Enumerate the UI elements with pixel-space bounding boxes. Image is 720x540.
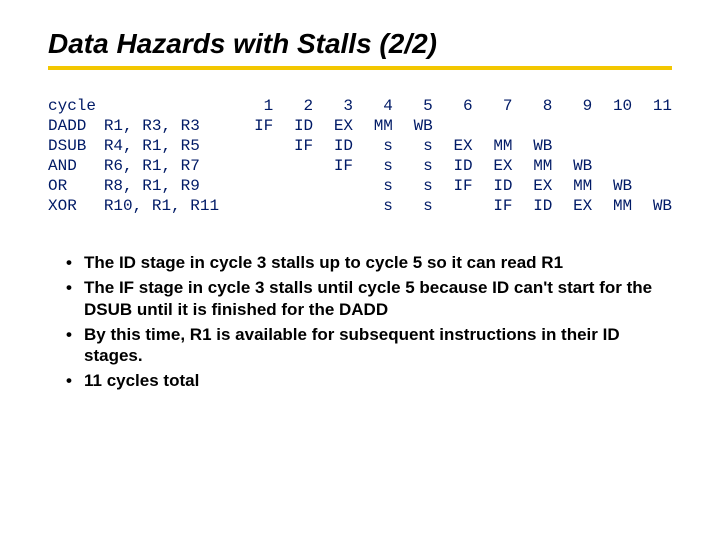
args-cell: R8, R1, R9 — [104, 176, 234, 196]
args-cell — [104, 96, 234, 116]
stage-cell — [513, 116, 553, 136]
title-underline — [48, 66, 672, 70]
page-title: Data Hazards with Stalls (2/2) — [48, 28, 672, 60]
op-cell: cycle — [48, 96, 104, 116]
stage-cell: ID — [513, 196, 553, 216]
stage-cell: IF — [233, 116, 273, 136]
stage-cell: s — [353, 156, 393, 176]
stage-cell: WB — [592, 176, 632, 196]
stage-cell: WB — [513, 136, 553, 156]
stage-cell: EX — [433, 136, 473, 156]
stage-cell: EX — [313, 116, 353, 136]
stage-cell: s — [393, 136, 433, 156]
stage-cell — [592, 156, 632, 176]
stage-cell: EX — [513, 176, 553, 196]
op-cell: OR — [48, 176, 104, 196]
stage-cell — [313, 176, 353, 196]
pipeline-row: ANDR6, R1, R7IFssIDEXMMWB — [48, 156, 672, 176]
stage-cell: 8 — [513, 96, 553, 116]
stage-cell: 11 — [632, 96, 672, 116]
stage-cell: WB — [632, 196, 672, 216]
stage-cell — [433, 196, 473, 216]
stage-cell — [592, 136, 632, 156]
stage-cell: 4 — [353, 96, 393, 116]
pipeline-table: cycle1234567891011DADDR1, R3, R3IFIDEXMM… — [48, 96, 672, 216]
bullet-item: The ID stage in cycle 3 stalls up to cyc… — [66, 252, 672, 273]
stage-cell — [592, 116, 632, 136]
args-cell: R10, R1, R11 — [104, 196, 234, 216]
bullet-item: 11 cycles total — [66, 370, 672, 391]
stage-cell: MM — [592, 196, 632, 216]
stage-cell: ID — [313, 136, 353, 156]
stage-cell: EX — [552, 196, 592, 216]
stage-cell: 6 — [433, 96, 473, 116]
op-cell: AND — [48, 156, 104, 176]
stage-cell — [632, 136, 672, 156]
bullet-item: By this time, R1 is available for subseq… — [66, 324, 672, 367]
stage-cell — [273, 196, 313, 216]
stage-cell — [632, 156, 672, 176]
stage-cell — [233, 196, 273, 216]
stage-cell: ID — [433, 156, 473, 176]
stage-cell: s — [393, 196, 433, 216]
stage-cell — [552, 136, 592, 156]
args-cell: R1, R3, R3 — [104, 116, 234, 136]
slide: Data Hazards with Stalls (2/2) cycle 1234… — [0, 0, 720, 540]
stage-cell: IF — [433, 176, 473, 196]
stage-cell — [313, 196, 353, 216]
stage-cell: 2 — [273, 96, 313, 116]
args-cell: R4, R1, R5 — [104, 136, 234, 156]
stage-cell: 10 — [592, 96, 632, 116]
stage-cell — [632, 116, 672, 136]
pipeline-row: ORR8, R1, R9ssIFIDEXMMWB — [48, 176, 672, 196]
pipeline-row: cycle 1234567891011 — [48, 96, 672, 116]
stage-cell: EX — [473, 156, 513, 176]
stage-cell: IF — [313, 156, 353, 176]
stage-cell: ID — [273, 116, 313, 136]
pipeline-row: DSUBR4, R1, R5IFIDssEXMMWB — [48, 136, 672, 156]
stage-cell: 7 — [473, 96, 513, 116]
stage-cell: MM — [473, 136, 513, 156]
stage-cell — [552, 116, 592, 136]
pipeline-row: DADDR1, R3, R3IFIDEXMMWB — [48, 116, 672, 136]
stage-cell: IF — [473, 196, 513, 216]
bullet-item: The IF stage in cycle 3 stalls until cyc… — [66, 277, 672, 320]
stage-cell: s — [353, 176, 393, 196]
op-cell: XOR — [48, 196, 104, 216]
stage-cell — [233, 136, 273, 156]
op-cell: DADD — [48, 116, 104, 136]
op-cell: DSUB — [48, 136, 104, 156]
stage-cell: s — [393, 176, 433, 196]
stage-cell — [273, 156, 313, 176]
stage-cell — [632, 176, 672, 196]
stage-cell: s — [353, 136, 393, 156]
stage-cell: WB — [552, 156, 592, 176]
stage-cell: MM — [552, 176, 592, 196]
args-cell: R6, R1, R7 — [104, 156, 234, 176]
stage-cell: 3 — [313, 96, 353, 116]
stage-cell: 5 — [393, 96, 433, 116]
stage-cell — [233, 156, 273, 176]
stage-cell: 9 — [552, 96, 592, 116]
stage-cell: WB — [393, 116, 433, 136]
bullet-list: The ID stage in cycle 3 stalls up to cyc… — [66, 252, 672, 392]
stage-cell: MM — [353, 116, 393, 136]
stage-cell: ID — [473, 176, 513, 196]
stage-cell: 1 — [233, 96, 273, 116]
stage-cell: IF — [273, 136, 313, 156]
stage-cell: s — [353, 196, 393, 216]
stage-cell: s — [393, 156, 433, 176]
stage-cell — [473, 116, 513, 136]
stage-cell — [433, 116, 473, 136]
stage-cell: MM — [513, 156, 553, 176]
pipeline-row: XORR10, R1, R11 ss IFIDEXMMWB — [48, 196, 672, 216]
stage-cell — [273, 176, 313, 196]
stage-cell — [233, 176, 273, 196]
